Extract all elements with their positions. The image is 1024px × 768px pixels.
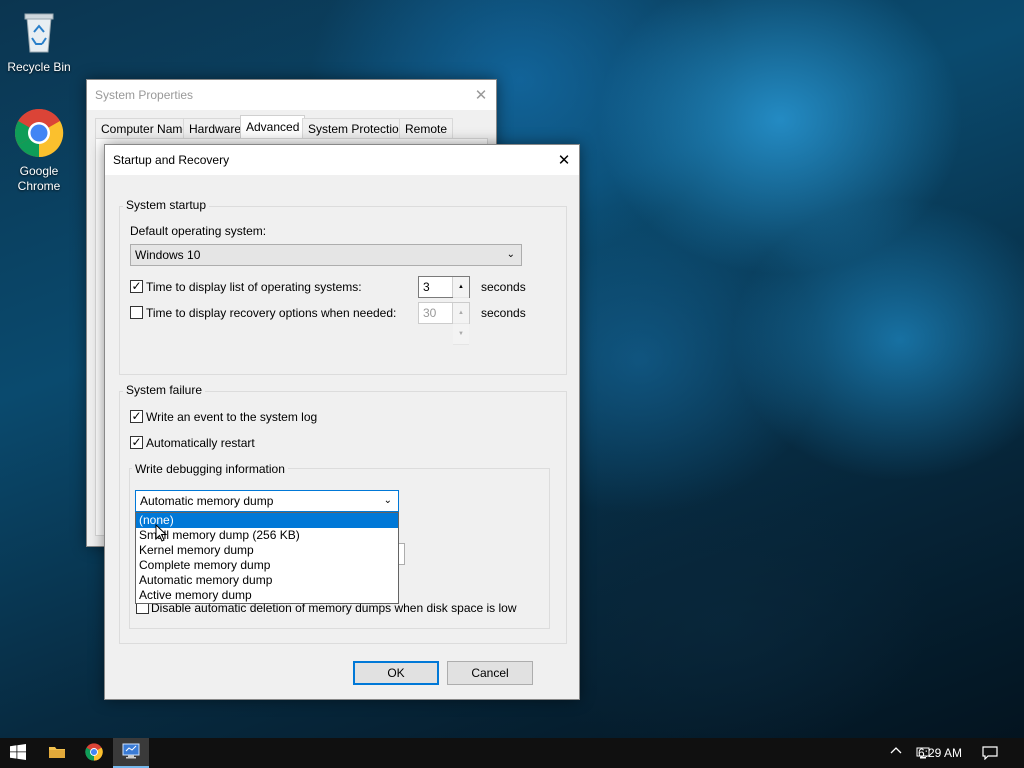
chevron-down-icon: ⌄: [506, 249, 515, 260]
up-arrow-icon[interactable]: ▲: [453, 277, 469, 298]
auto-restart-checkbox[interactable]: ✓: [130, 436, 143, 449]
ok-button[interactable]: OK: [353, 661, 439, 685]
display-list-spinner[interactable]: 3 ▲▼: [418, 276, 470, 319]
mouse-pointer-icon: [155, 523, 168, 545]
desktop-icon-google-chrome[interactable]: Google Chrome: [1, 108, 77, 194]
tab-hardware[interactable]: Hardware: [183, 118, 248, 138]
title-bar: System Properties ✕: [87, 80, 496, 110]
tab-computer-name[interactable]: Computer Name: [95, 118, 196, 138]
debug-info-value: Automatic memory dump: [140, 494, 274, 508]
up-arrow-icon[interactable]: ▲: [453, 303, 469, 324]
debug-info-legend: Write debugging information: [132, 462, 288, 476]
desktop-icon-label: Recycle Bin: [7, 60, 71, 74]
startup-recovery-dialog: Startup and Recovery ✕ System startup De…: [104, 144, 580, 700]
chrome-icon: [1, 108, 77, 162]
chrome-icon: [85, 742, 103, 764]
dropdown-option[interactable]: Automatic memory dump: [136, 573, 398, 588]
dropdown-option[interactable]: Active memory dump: [136, 588, 398, 603]
system-startup-legend: System startup: [123, 198, 210, 212]
dropdown-option[interactable]: (none): [136, 513, 398, 528]
debug-info-select[interactable]: Automatic memory dump ⌄: [135, 490, 399, 512]
default-os-value: Windows 10: [135, 248, 201, 262]
windows-logo-icon: [10, 743, 26, 763]
display-list-label: Time to display list of operating system…: [146, 280, 362, 294]
dropdown-option[interactable]: Kernel memory dump: [136, 543, 398, 558]
spinner-buttons[interactable]: ▲▼: [452, 303, 469, 345]
recovery-checkbox[interactable]: [130, 306, 143, 319]
cancel-button[interactable]: Cancel: [447, 661, 533, 685]
start-button[interactable]: [0, 738, 36, 768]
desktop-icon-label: Google Chrome: [17, 164, 61, 193]
recovery-spinner[interactable]: 30 ▲ ▼: [418, 302, 470, 345]
dialog-title: Startup and Recovery: [113, 153, 230, 167]
folder-icon: [48, 744, 66, 763]
window-title: System Properties: [95, 88, 194, 102]
recovery-unit: seconds: [481, 306, 526, 320]
taskbar-file-explorer[interactable]: [39, 738, 75, 768]
system-properties-icon: [122, 743, 140, 762]
tab-remote[interactable]: Remote: [399, 118, 454, 138]
dropdown-option[interactable]: Complete memory dump: [136, 558, 398, 573]
display-list-checkbox[interactable]: ✓: [130, 280, 143, 293]
recovery-label: Time to display recovery options when ne…: [146, 306, 397, 320]
clock[interactable]: 6:29 AM: [918, 746, 962, 760]
display-list-value: 3: [423, 280, 430, 294]
title-bar: Startup and Recovery ✕: [105, 145, 579, 175]
down-arrow-icon[interactable]: ▼: [453, 324, 469, 345]
notification-icon[interactable]: [982, 746, 998, 763]
recovery-value: 30: [423, 306, 437, 320]
recycle-bin-icon: [1, 8, 77, 58]
spinner-buttons[interactable]: ▲▼: [452, 277, 469, 319]
close-icon[interactable]: ✕: [549, 145, 579, 175]
auto-restart-label: Automatically restart: [146, 436, 255, 450]
taskbar: 6:29 AM: [0, 738, 1024, 768]
display-list-unit: seconds: [481, 280, 526, 294]
chevron-down-icon: ⌄: [383, 495, 392, 506]
desktop-icon-recycle-bin[interactable]: Recycle Bin: [1, 8, 77, 75]
system-failure-legend: System failure: [123, 383, 206, 397]
taskbar-system-properties[interactable]: [113, 738, 149, 768]
default-os-label: Default operating system:: [130, 224, 267, 238]
close-icon[interactable]: ✕: [466, 80, 496, 110]
debug-info-dropdown: (none) Small memory dump (256 KB) Kernel…: [135, 512, 399, 604]
write-event-checkbox[interactable]: ✓: [130, 410, 143, 423]
tab-system-protection[interactable]: System Protection: [302, 118, 412, 138]
chevron-up-icon[interactable]: [890, 745, 902, 760]
dropdown-option[interactable]: Small memory dump (256 KB): [136, 528, 398, 543]
default-os-select[interactable]: Windows 10 ⌄: [130, 244, 522, 266]
write-event-label: Write an event to the system log: [146, 410, 318, 424]
taskbar-chrome[interactable]: [76, 738, 112, 768]
tab-advanced[interactable]: Advanced: [240, 115, 306, 139]
